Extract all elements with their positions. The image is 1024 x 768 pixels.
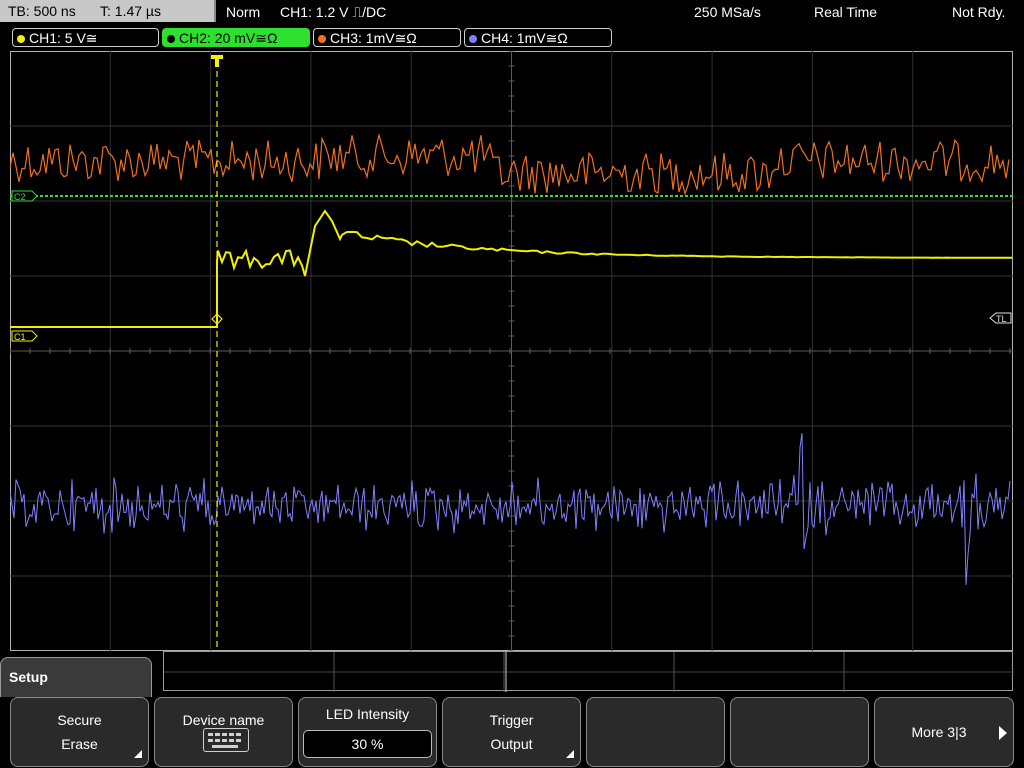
softkey-label: LED Intensity (325, 706, 410, 722)
channel-tab-label: CH1: 5 V≅ (29, 30, 98, 46)
softkey-label: Device name (182, 712, 265, 728)
sample-rate: 250 MSa/s (694, 4, 761, 20)
keyboard-icon (203, 728, 249, 752)
ch1-ground-marker[interactable]: C1 (11, 330, 38, 342)
ch1-color-dot (17, 35, 25, 43)
empty-softkey-6[interactable] (730, 697, 869, 767)
softkey-label: Output (490, 736, 533, 752)
more-button[interactable]: More 3|3 (874, 697, 1014, 767)
led-intensity-button[interactable]: LED Intensity 30 % (298, 697, 437, 767)
trigger-info[interactable]: CH1: 1.2 V ⎍/DC (280, 0, 386, 24)
ch3-trace (10, 132, 1010, 196)
channel-tab-label: CH4: 1mV≅Ω (481, 30, 568, 46)
empty-softkey-5[interactable] (586, 697, 725, 767)
device-name-button[interactable]: Device name (154, 697, 293, 767)
channel-tab-ch1[interactable]: CH1: 5 V≅ (12, 28, 159, 47)
trigger-time-value: T: 1.47 µs (100, 3, 161, 19)
graticule (10, 51, 1013, 651)
softkey-label: Trigger (489, 712, 534, 728)
acquisition-mode: Real Time (814, 4, 878, 20)
ch3-color-dot (318, 35, 326, 43)
trigger-mode[interactable]: Norm (226, 0, 260, 24)
acquisition-state: Not Rdy. (952, 4, 1006, 20)
channel-tab-ch2[interactable]: CH2: 20 mV≅Ω (162, 28, 310, 47)
timebase-value: TB: 500 ns (8, 3, 76, 19)
ch2-marker-label: C2 (14, 192, 26, 202)
ch2-ground-marker[interactable]: C2 (11, 190, 38, 202)
softkey-label: Erase (61, 736, 98, 752)
menu-title-tab: Setup (0, 657, 152, 697)
channel-tab-label: CH2: 20 mV≅Ω (179, 30, 278, 46)
ch2-color-dot (167, 35, 175, 43)
led-intensity-value[interactable]: 30 % (303, 730, 432, 758)
status-bar: TB: 500 ns T: 1.47 µs Norm CH1: 1.2 V ⎍/… (0, 0, 1024, 24)
softkey-label: Secure (57, 712, 102, 728)
waveform-traces: C1 C2 TL (10, 51, 1013, 651)
channel-tab-ch3[interactable]: CH3: 1mV≅Ω (313, 28, 461, 47)
next-page-arrow-icon (999, 726, 1007, 740)
record-overview-graphic (164, 652, 1014, 692)
trigger-position-marker[interactable] (211, 55, 223, 67)
menu-title: Setup (9, 669, 48, 685)
submenu-corner-icon (134, 750, 142, 758)
softkey-label: More 3|3 (911, 724, 967, 740)
channel-tab-label: CH3: 1mV≅Ω (330, 30, 417, 46)
ch1-marker-label: C1 (14, 332, 26, 342)
timebase-box[interactable]: TB: 500 ns T: 1.47 µs (0, 0, 216, 22)
trigger-output-button[interactable]: Trigger Output (442, 697, 581, 767)
channel-tab-ch4[interactable]: CH4: 1mV≅Ω (464, 28, 612, 47)
record-overview[interactable] (163, 651, 1014, 692)
submenu-corner-icon (566, 750, 574, 758)
secure-erase-button[interactable]: Secure Erase (10, 697, 149, 767)
ch4-color-dot (469, 35, 477, 43)
trigger-level-marker[interactable]: TL (989, 312, 1012, 324)
trigger-level-label: TL (996, 314, 1007, 324)
